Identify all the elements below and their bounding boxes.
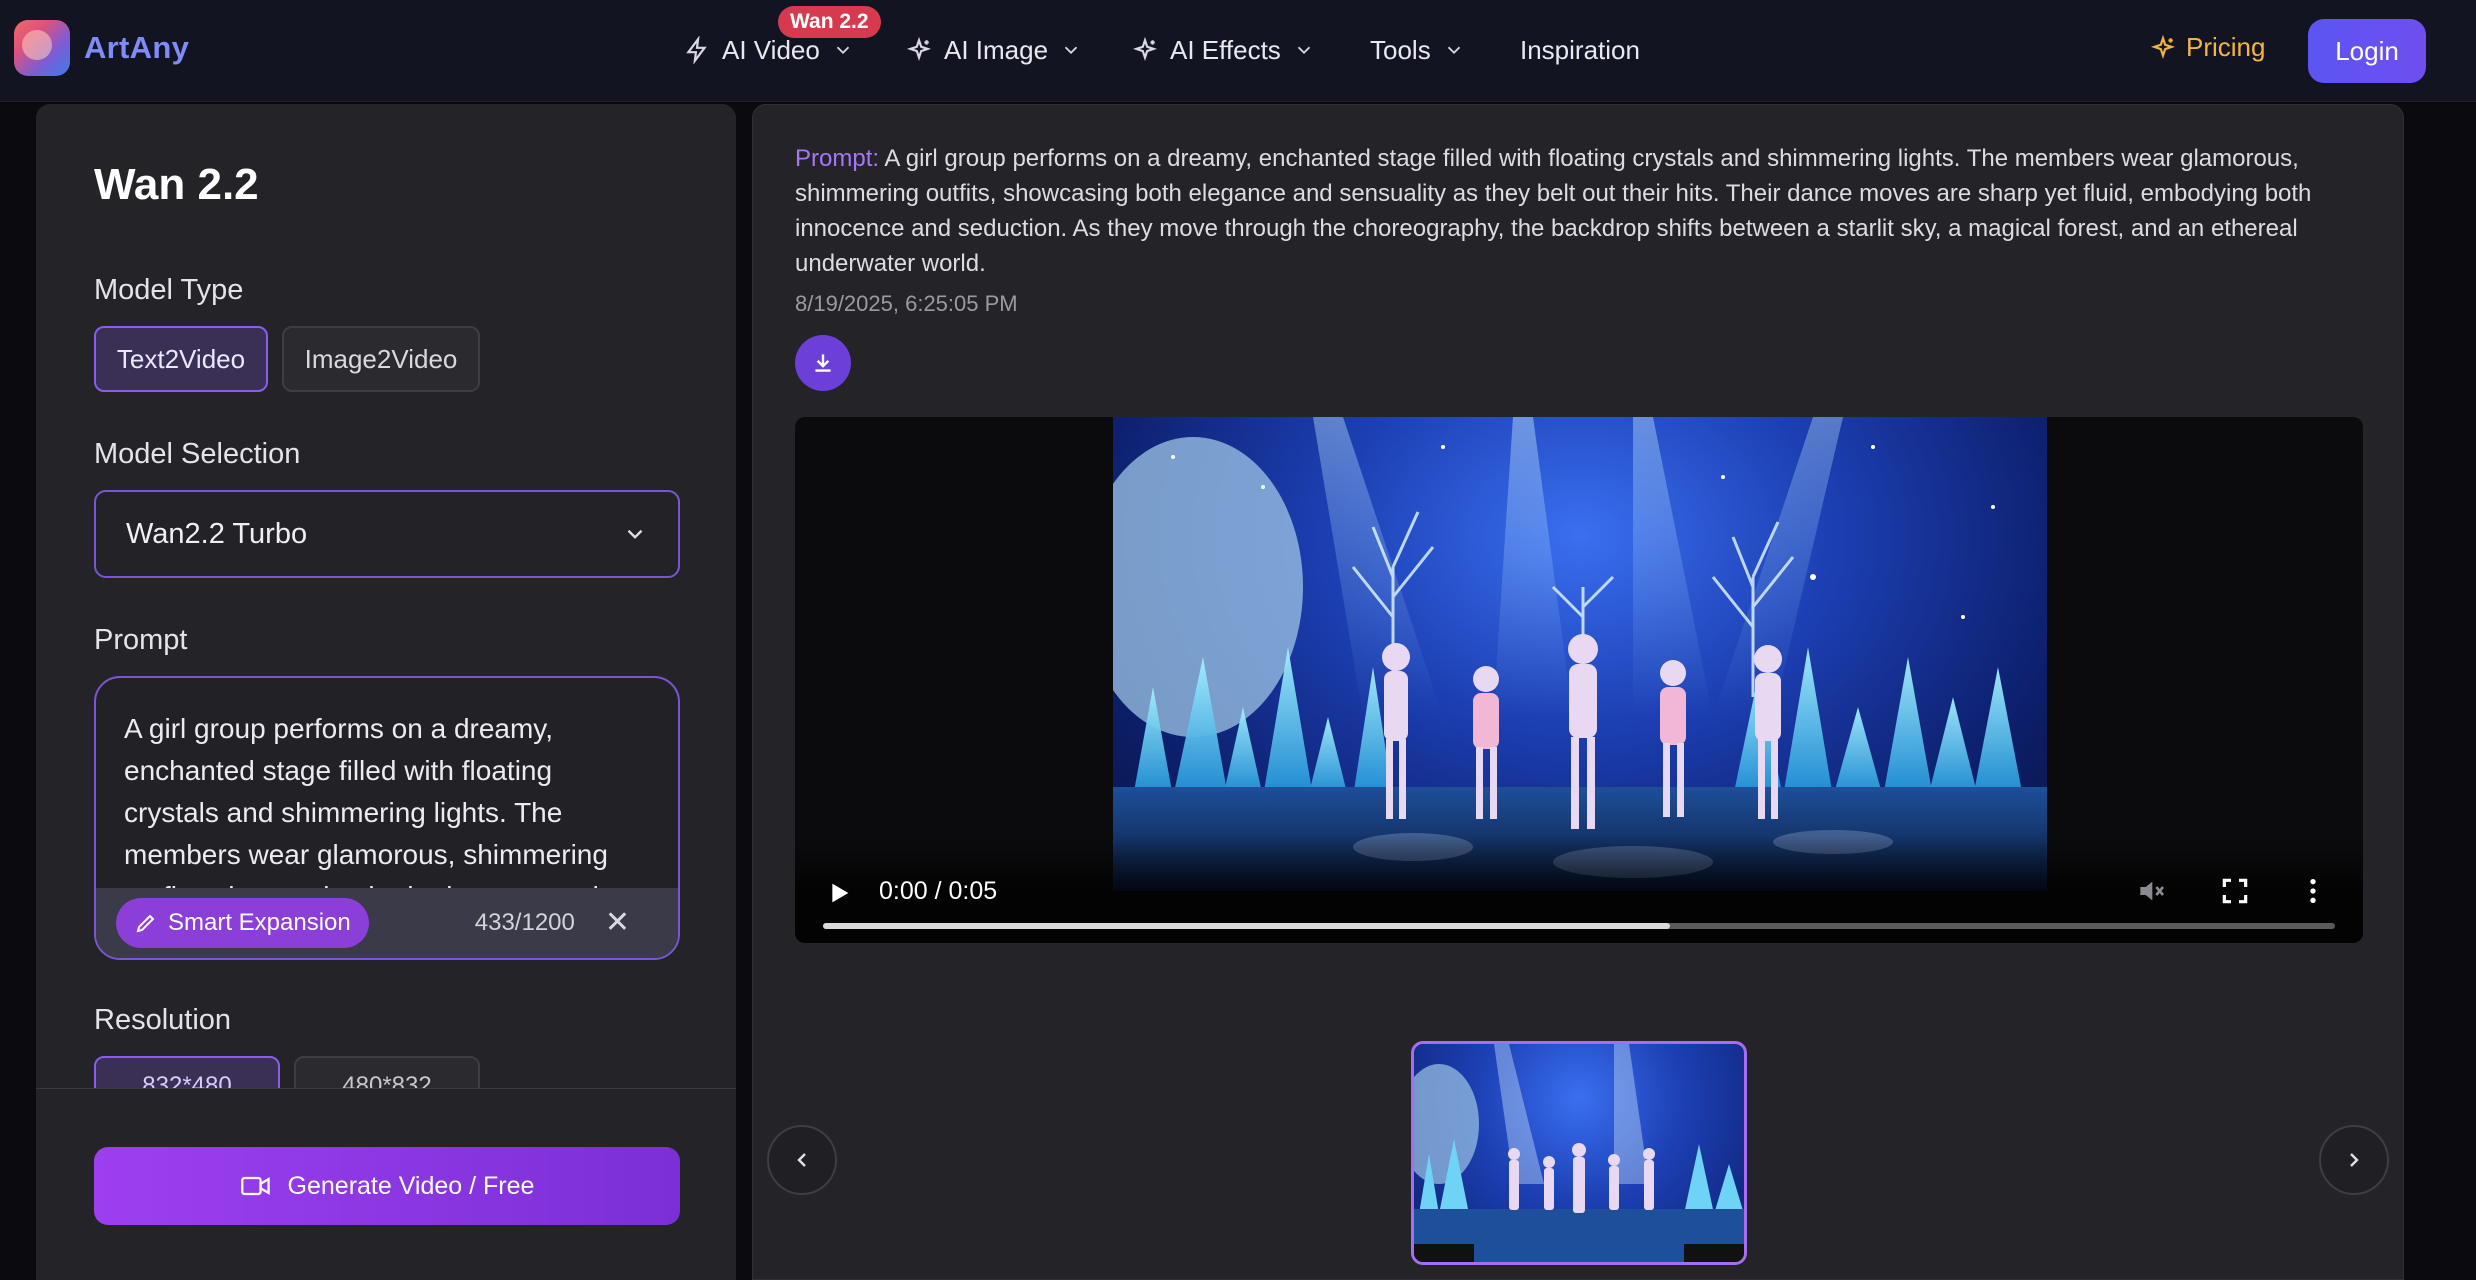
model-type-text2video-button[interactable]: Text2Video <box>94 326 268 392</box>
nav-ai-image[interactable]: AI Image <box>906 30 1082 70</box>
sparkle-icon <box>2150 34 2176 59</box>
video-player[interactable]: 0:00 / 0:05 <box>795 417 2363 943</box>
model-type-image2video-button[interactable]: Image2Video <box>282 326 480 392</box>
nav-tools-label: Tools <box>1370 34 1431 65</box>
video-progress-fill <box>823 923 1670 929</box>
artany-logo-icon[interactable] <box>14 20 70 76</box>
model-selection-label: Model Selection <box>94 438 301 470</box>
nav-ai-effects[interactable]: AI Effects <box>1132 30 1315 70</box>
lightning-icon <box>686 36 707 64</box>
model-select-dropdown[interactable]: Wan2.2 Turbo <box>94 490 680 578</box>
top-navigation-bar: ArtAny AI Video Wan 2.2 AI Image AI Effe… <box>0 0 2476 102</box>
model-type-label: Model Type <box>94 274 244 306</box>
download-button[interactable] <box>795 335 851 391</box>
volume-muted-icon[interactable] <box>2135 875 2167 907</box>
chevron-down-icon <box>1297 46 1310 55</box>
nav-new-model-badge: Wan 2.2 <box>778 6 881 38</box>
nav-inspiration-label: Inspiration <box>1520 34 1640 65</box>
more-options-icon[interactable] <box>2297 875 2329 907</box>
chevron-left-icon <box>797 1153 806 1167</box>
generation-settings-panel: Wan 2.2 Model Type Text2Video Image2Vide… <box>36 104 736 1280</box>
panel-title: Wan 2.2 <box>94 160 259 209</box>
nav-ai-image-label: AI Image <box>944 34 1049 65</box>
result-timestamp: 8/19/2025, 6:25:05 PM <box>795 291 1018 316</box>
prompt-toolbar: Smart Expansion 433/1200 ✕ <box>96 888 678 958</box>
chevron-down-icon <box>836 46 849 55</box>
smart-expansion-label: Smart Expansion <box>168 909 351 936</box>
smart-expansion-button[interactable]: Smart Expansion <box>116 898 369 948</box>
nav-tools[interactable]: Tools <box>1370 30 1465 70</box>
nav-ai-effects-label: AI Effects <box>1170 34 1281 65</box>
download-icon <box>815 354 831 372</box>
chevron-right-icon <box>2350 1153 2359 1167</box>
brand-name[interactable]: ArtAny <box>84 30 189 66</box>
generate-video-label: Generate Video / Free <box>287 1171 535 1200</box>
result-prompt-key: Prompt: <box>795 145 880 172</box>
next-button[interactable] <box>2319 1125 2389 1195</box>
video-camera-icon <box>240 1176 270 1196</box>
sparkle-icon <box>906 37 932 62</box>
play-icon[interactable] <box>823 877 855 909</box>
stage-scene-image <box>1113 417 2047 891</box>
prompt-label: Prompt <box>94 624 188 656</box>
previous-button[interactable] <box>767 1125 837 1195</box>
video-thumbnail[interactable] <box>1411 1041 1747 1265</box>
result-prompt-text: A girl group performs on a dreamy, encha… <box>795 145 2312 277</box>
nav-inspiration[interactable]: Inspiration <box>1520 30 1640 70</box>
result-panel: Prompt: A girl group performs on a dream… <box>752 104 2404 1280</box>
login-button[interactable]: Login <box>2308 19 2426 83</box>
video-time: 0:00 / 0:05 <box>879 877 998 905</box>
prompt-char-count: 433/1200 <box>474 909 575 936</box>
chevron-down-icon <box>1447 46 1460 55</box>
result-prompt: Prompt: A girl group performs on a dream… <box>795 141 2375 281</box>
chevron-down-icon <box>1064 46 1078 55</box>
generate-footer: Generate Video / Free <box>36 1088 736 1280</box>
thumbnail-image <box>1414 1044 1744 1262</box>
chevron-down-icon <box>627 529 643 539</box>
video-frame <box>1113 417 2047 891</box>
fullscreen-icon[interactable] <box>2219 875 2251 907</box>
video-progress-bar[interactable] <box>823 923 2335 929</box>
pencil-icon <box>136 914 155 933</box>
close-icon[interactable]: ✕ <box>605 908 630 938</box>
model-select-value: Wan2.2 Turbo <box>126 517 308 550</box>
video-controls: 0:00 / 0:05 <box>795 835 2363 943</box>
pricing-label: Pricing <box>2186 32 2266 62</box>
nav-ai-video-label: AI Video <box>722 34 820 65</box>
sparkle-icon <box>1132 37 1158 62</box>
resolution-label: Resolution <box>94 1004 232 1036</box>
prompt-textarea[interactable]: A girl group performs on a dreamy, encha… <box>94 676 680 960</box>
pricing-link[interactable]: Pricing <box>2150 32 2265 63</box>
generate-video-button[interactable]: Generate Video / Free <box>94 1147 680 1225</box>
